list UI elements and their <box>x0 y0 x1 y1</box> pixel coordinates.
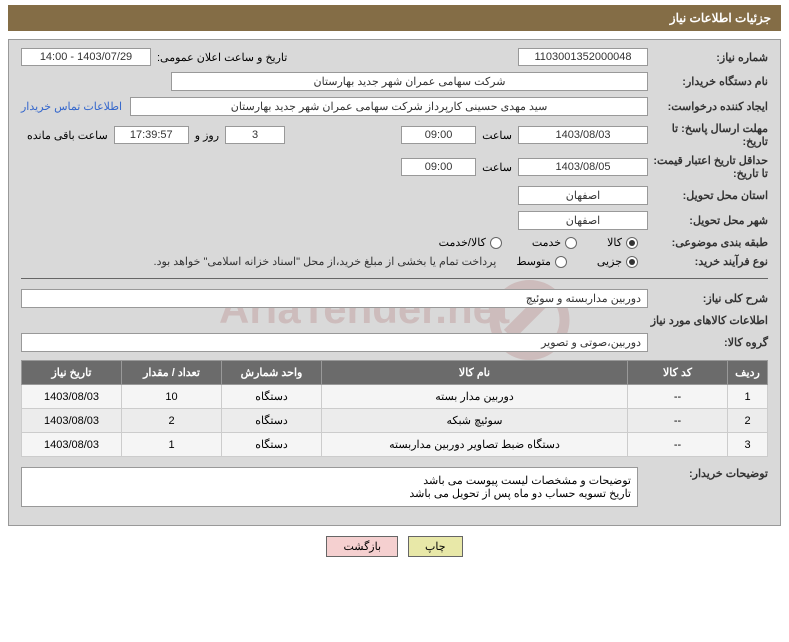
cell-num: 2 <box>728 409 768 433</box>
buyer-notes-line2: تاریخ تسویه حساب دو ماه پس از تحویل می ب… <box>28 487 631 500</box>
cell-name: دوربین مدار بسته <box>322 385 628 409</box>
th-date: تاریخ نیاز <box>22 361 122 385</box>
announce-field: 1403/07/29 - 14:00 <box>21 48 151 66</box>
print-button[interactable]: چاپ <box>408 536 463 557</box>
province-field: اصفهان <box>518 186 648 205</box>
time-label-2: ساعت <box>482 161 512 174</box>
th-code: کد کالا <box>628 361 728 385</box>
goods-group-field: دوربین،صوتی و تصویر <box>21 333 648 352</box>
buyer-notes-label: توضیحات خریدار: <box>648 467 768 480</box>
process-label: نوع فرآیند خرید: <box>648 255 768 268</box>
category-label: طبقه بندی موضوعی: <box>648 236 768 249</box>
radio-both[interactable]: کالا/خدمت <box>439 236 502 249</box>
goods-group-label: گروه کالا: <box>648 336 768 349</box>
deadline-time-field: 09:00 <box>401 126 476 144</box>
cell-qty: 1 <box>122 433 222 457</box>
cell-unit: دستگاه <box>222 385 322 409</box>
cell-num: 3 <box>728 433 768 457</box>
deadline-date-field: 1403/08/03 <box>518 126 648 144</box>
buyer-notes-line1: توضیحات و مشخصات لیست پیوست می باشد <box>28 474 631 487</box>
radio-medium[interactable]: متوسط <box>516 255 567 268</box>
table-row: 3--دستگاه ضبط تصاویر دوربین مداربستهدستگ… <box>22 433 768 457</box>
buyer-field: شرکت سهامی عمران شهر جدید بهارستان <box>171 72 648 91</box>
need-no-label: شماره نیاز: <box>648 51 768 64</box>
requester-field: سید مهدی حسینی کارپرداز شرکت سهامی عمران… <box>130 97 648 116</box>
goods-table: ردیف کد کالا نام کالا واحد شمارش تعداد /… <box>21 360 768 457</box>
cell-date: 1403/08/03 <box>22 433 122 457</box>
radio-service[interactable]: خدمت <box>532 236 577 249</box>
time-label-1: ساعت <box>482 129 512 142</box>
days-count-field: 3 <box>225 126 285 144</box>
need-no-field: 1103001352000048 <box>518 48 648 66</box>
goods-info-title: اطلاعات کالاهای مورد نیاز <box>21 314 768 327</box>
radio-icon <box>626 237 638 249</box>
radio-icon <box>490 237 502 249</box>
table-row: 1--دوربین مدار بستهدستگاه101403/08/03 <box>22 385 768 409</box>
province-label: استان محل تحویل: <box>648 189 768 202</box>
validity-time-field: 09:00 <box>401 158 476 176</box>
process-note: پرداخت تمام یا بخشی از مبلغ خرید،از محل … <box>154 255 497 268</box>
table-row: 2--سوئیچ شبکهدستگاه21403/08/03 <box>22 409 768 433</box>
cell-name: سوئیچ شبکه <box>322 409 628 433</box>
city-label: شهر محل تحویل: <box>648 214 768 227</box>
days-label: روز و <box>195 129 219 142</box>
divider <box>21 278 768 279</box>
radio-icon <box>555 256 567 268</box>
cell-date: 1403/08/03 <box>22 409 122 433</box>
cell-date: 1403/08/03 <box>22 385 122 409</box>
radio-icon <box>626 256 638 268</box>
validity-date-field: 1403/08/05 <box>518 158 648 176</box>
back-button[interactable]: بازگشت <box>326 536 398 557</box>
radio-icon <box>565 237 577 249</box>
th-num: ردیف <box>728 361 768 385</box>
countdown-field: 17:39:57 <box>114 126 189 144</box>
announce-label: تاریخ و ساعت اعلان عمومی: <box>157 51 287 64</box>
requester-label: ایجاد کننده درخواست: <box>648 100 768 113</box>
cell-code: -- <box>628 385 728 409</box>
th-unit: واحد شمارش <box>222 361 322 385</box>
details-panel: AriaTender.net شماره نیاز: 1103001352000… <box>8 39 781 526</box>
cell-code: -- <box>628 409 728 433</box>
th-name: نام کالا <box>322 361 628 385</box>
contact-link[interactable]: اطلاعات تماس خریدار <box>21 100 122 113</box>
remaining-label: ساعت باقی مانده <box>27 129 108 142</box>
th-qty: تعداد / مقدار <box>122 361 222 385</box>
cell-unit: دستگاه <box>222 409 322 433</box>
city-field: اصفهان <box>518 211 648 230</box>
cell-num: 1 <box>728 385 768 409</box>
deadline-label: مهلت ارسال پاسخ: تا تاریخ: <box>648 122 768 148</box>
cell-unit: دستگاه <box>222 433 322 457</box>
validity-label: حداقل تاریخ اعتبار قیمت: تا تاریخ: <box>648 154 768 180</box>
cell-qty: 2 <box>122 409 222 433</box>
summary-label: شرح کلی نیاز: <box>648 292 768 305</box>
radio-goods[interactable]: کالا <box>607 236 638 249</box>
cell-name: دستگاه ضبط تصاویر دوربین مداربسته <box>322 433 628 457</box>
buyer-label: نام دستگاه خریدار: <box>648 75 768 88</box>
page-title: جزئیات اطلاعات نیاز <box>8 5 781 31</box>
cell-code: -- <box>628 433 728 457</box>
radio-partial[interactable]: جزیی <box>597 255 638 268</box>
buyer-notes-box: توضیحات و مشخصات لیست پیوست می باشد تاری… <box>21 467 638 507</box>
summary-field: دوربین مداربسته و سوئیچ <box>21 289 648 308</box>
cell-qty: 10 <box>122 385 222 409</box>
